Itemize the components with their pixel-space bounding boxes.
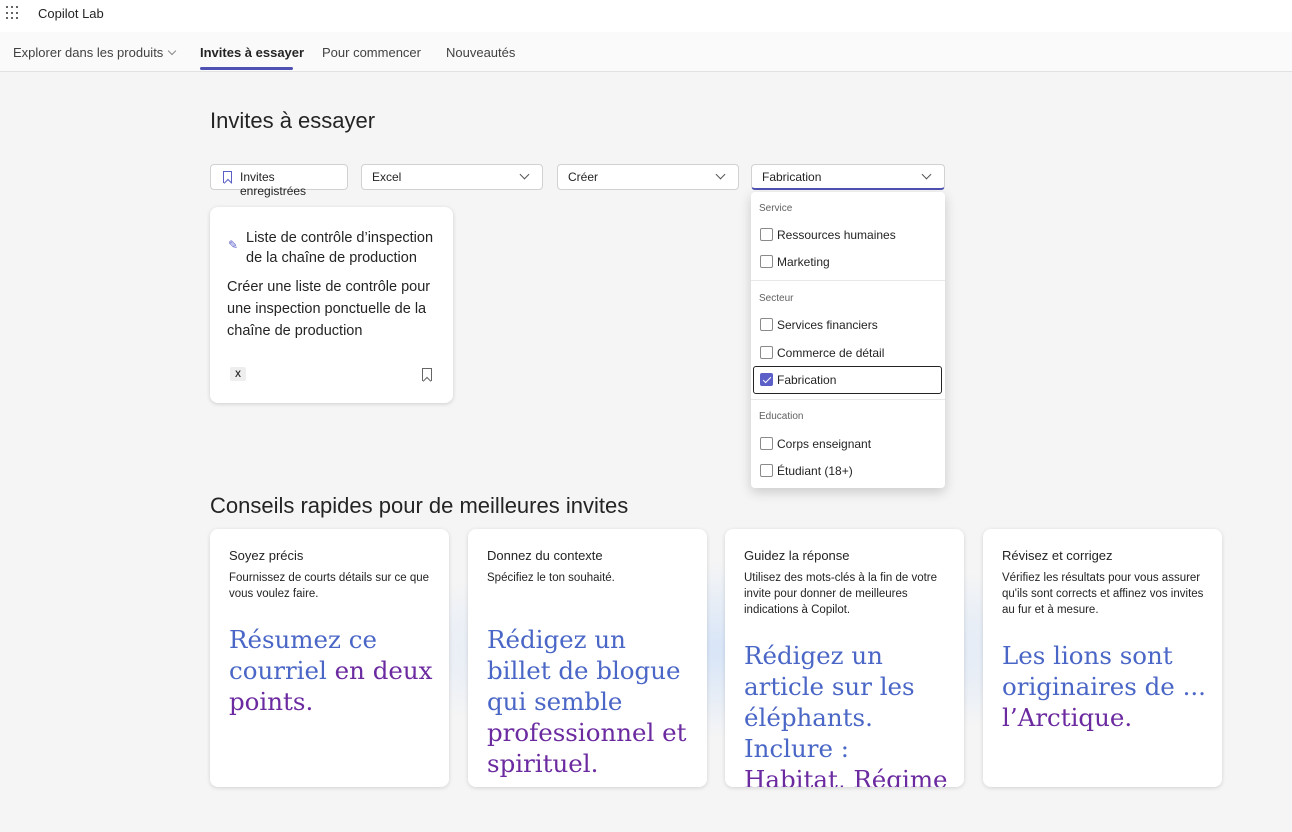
group-label-service: Service bbox=[759, 203, 793, 214]
divider bbox=[751, 280, 945, 281]
chevron-down-icon bbox=[519, 169, 530, 180]
excel-icon: X bbox=[230, 367, 246, 381]
app-filter-value: Excel bbox=[372, 170, 402, 184]
tip-example: Résumez ce courriel en deux points. bbox=[229, 624, 439, 717]
saved-prompts-label: Invites enregistrées bbox=[240, 170, 307, 198]
example-part: Rédigez un billet de blogue qui semble bbox=[487, 625, 681, 716]
bookmark-icon bbox=[223, 171, 232, 183]
tip-description: Fournissez de courts détails sur ce que … bbox=[229, 572, 430, 600]
tip-title: Révisez et corrigez bbox=[1002, 548, 1113, 563]
nav-label: Explorer dans les produits bbox=[13, 45, 164, 60]
chevron-down-icon bbox=[715, 169, 726, 180]
tip-title: Donnez du contexte bbox=[487, 548, 603, 563]
option-label: Corps enseignant bbox=[777, 437, 872, 451]
active-tab-indicator bbox=[200, 67, 293, 70]
tips-section-title: Conseils rapides pour de meilleures invi… bbox=[210, 493, 629, 518]
tip-description: Vérifiez les résultats pour vous assurer… bbox=[1002, 572, 1204, 616]
option-manufacturing[interactable]: Fabrication bbox=[753, 366, 942, 394]
tip-example: Rédigez un billet de blogue qui semble p… bbox=[487, 624, 697, 779]
checkbox[interactable] bbox=[760, 464, 773, 477]
divider bbox=[751, 399, 945, 400]
tip-card: Soyez précis Fournissez de courts détail… bbox=[210, 529, 449, 787]
option-student[interactable]: Étudiant (18+) bbox=[759, 459, 937, 483]
checkbox-checked[interactable] bbox=[760, 373, 773, 386]
group-label-sector: Secteur bbox=[759, 293, 794, 304]
option-human-resources[interactable]: Ressources humaines bbox=[759, 223, 937, 247]
prompt-card[interactable]: ✎ Liste de contrôle d’inspection de la c… bbox=[210, 207, 453, 403]
saved-prompts-button[interactable]: Invites enregistrées bbox=[210, 164, 348, 198]
option-label: Fabrication bbox=[777, 373, 837, 387]
nav-tab-getting-started[interactable]: Pour commencer bbox=[322, 45, 421, 60]
bookmark-icon[interactable] bbox=[422, 368, 432, 381]
example-part: Rédigez un article sur les éléphants. In… bbox=[744, 641, 915, 763]
job-filter-dropdown[interactable]: Fabrication bbox=[751, 164, 945, 190]
tip-example: Les lions sont originaires de ... l’Arct… bbox=[1002, 640, 1212, 733]
tip-card: Guidez la réponse Utilisez des mots-clés… bbox=[725, 529, 964, 787]
option-teachers[interactable]: Corps enseignant bbox=[759, 432, 937, 456]
tip-example: Rédigez un article sur les éléphants. In… bbox=[744, 640, 954, 787]
nav-tab-prompts[interactable]: Invites à essayer bbox=[200, 45, 304, 60]
chevron-down-icon bbox=[168, 46, 177, 56]
checkbox[interactable] bbox=[760, 255, 773, 268]
tip-title: Soyez précis bbox=[229, 548, 304, 563]
option-label: Étudiant (18+) bbox=[777, 464, 853, 478]
nav-explore-products[interactable]: Explorer dans les produits bbox=[13, 45, 177, 60]
prompt-card-title: Liste de contrôle d’inspection de la cha… bbox=[246, 230, 434, 266]
option-financial-services[interactable]: Services financiers bbox=[759, 313, 937, 337]
nav-tab-whats-new[interactable]: Nouveautés bbox=[446, 45, 515, 60]
job-filter-menu: Service Ressources humaines Marketing Se… bbox=[751, 192, 945, 488]
option-label: Services financiers bbox=[777, 318, 878, 332]
app-launcher-icon[interactable] bbox=[6, 6, 20, 20]
job-filter-value: Fabrication bbox=[762, 170, 822, 184]
app-filter-dropdown[interactable]: Excel bbox=[361, 164, 543, 190]
page-title: Invites à essayer bbox=[210, 108, 376, 133]
option-retail[interactable]: Commerce de détail bbox=[759, 341, 937, 365]
chevron-down-icon bbox=[921, 169, 932, 180]
checkbox[interactable] bbox=[760, 437, 773, 450]
app-title[interactable]: Copilot Lab bbox=[38, 6, 104, 21]
option-label: Commerce de détail bbox=[777, 346, 885, 360]
tip-description: Spécifiez le ton souhaité. bbox=[487, 572, 615, 584]
tip-title: Guidez la réponse bbox=[744, 548, 850, 563]
tip-card: Révisez et corrigez Vérifiez les résulta… bbox=[983, 529, 1222, 787]
example-highlight: professionnel et spirituel. bbox=[487, 718, 687, 778]
checkbox[interactable] bbox=[760, 346, 773, 359]
group-label-education: Education bbox=[759, 411, 804, 422]
prompt-card-description: Créer une liste de contrôle pour une ins… bbox=[227, 279, 431, 339]
checkbox[interactable] bbox=[760, 318, 773, 331]
option-label: Marketing bbox=[777, 255, 830, 269]
checkbox[interactable] bbox=[760, 228, 773, 241]
tip-card: Donnez du contexte Spécifiez le ton souh… bbox=[468, 529, 707, 787]
top-bar: Copilot Lab bbox=[0, 0, 1292, 32]
tip-description: Utilisez des mots-clés à la fin de votre… bbox=[744, 572, 938, 616]
example-part: Les lions sont originaires de ... bbox=[1002, 641, 1206, 701]
example-highlight: Habitat, Régime alimentaire bbox=[744, 765, 948, 787]
nav-bar: Explorer dans les produits Invites à ess… bbox=[0, 32, 1292, 72]
option-label: Ressources humaines bbox=[777, 228, 896, 242]
option-marketing[interactable]: Marketing bbox=[759, 250, 937, 274]
action-filter-value: Créer bbox=[568, 170, 599, 184]
example-highlight: l’Arctique. bbox=[1002, 703, 1133, 732]
pencil-icon: ✎ bbox=[228, 238, 239, 252]
action-filter-dropdown[interactable]: Créer bbox=[557, 164, 739, 190]
